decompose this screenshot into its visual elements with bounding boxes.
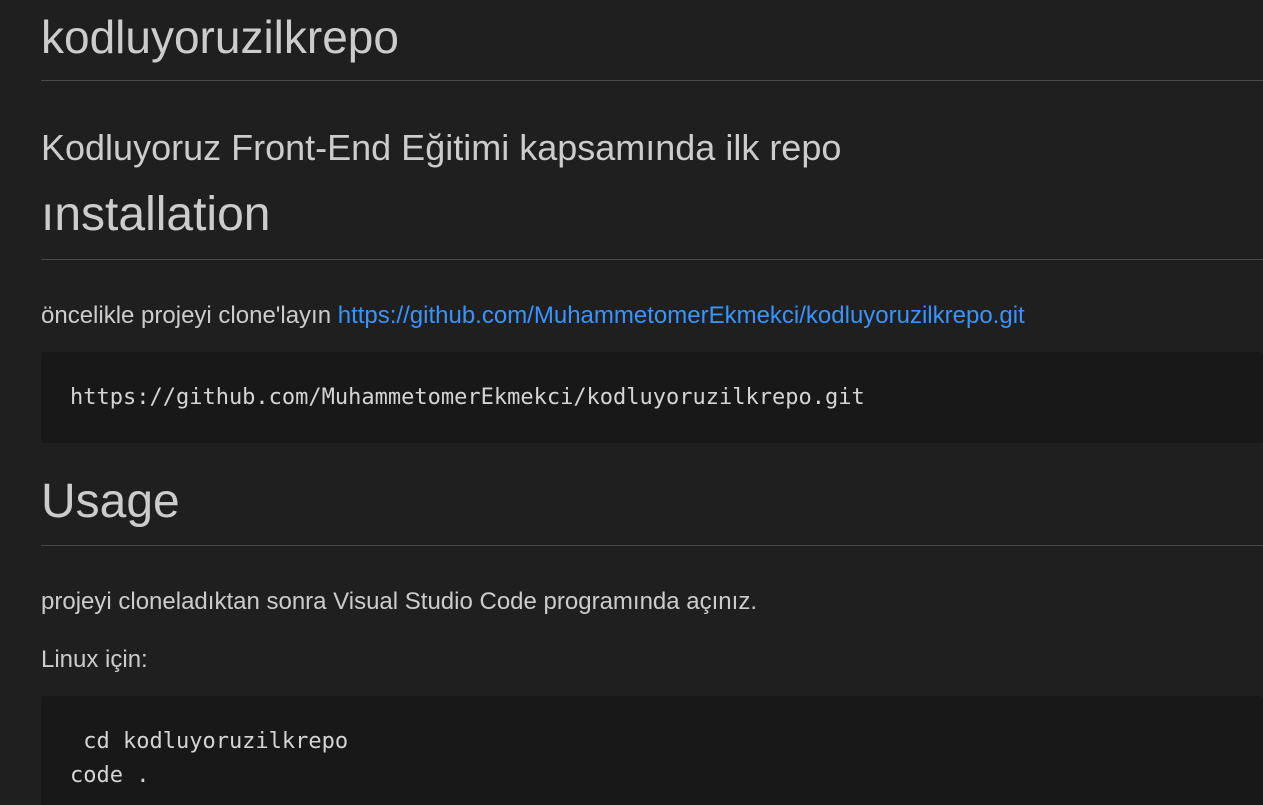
title-divider <box>41 80 1263 81</box>
usage-heading: Usage <box>41 475 180 528</box>
installation-paragraph: öncelikle projeyi clone'layın https://gi… <box>41 300 1025 332</box>
installation-divider <box>41 259 1263 260</box>
installation-intro-text: öncelikle projeyi clone'layın <box>41 302 338 329</box>
page-title: kodluyoruzilkrepo <box>41 11 399 63</box>
linux-label: Linux için: <box>41 646 148 673</box>
clone-code-block[interactable]: https://github.com/MuhammetomerEkmekci/k… <box>41 352 1263 443</box>
usage-divider <box>41 545 1263 546</box>
code-line: cd kodluyoruzilkrepo <box>70 729 349 754</box>
installation-heading: ınstallation <box>41 188 271 241</box>
page-subtitle: Kodluyoruz Front-End Eğitimi kapsamında … <box>41 127 842 168</box>
repo-link[interactable]: https://github.com/MuhammetomerEkmekci/k… <box>338 302 1025 329</box>
code-line: code . <box>70 763 150 788</box>
usage-paragraph: projeyi cloneladıktan sonra Visual Studi… <box>41 588 757 615</box>
clone-code-line: https://github.com/MuhammetomerEkmekci/k… <box>70 385 865 410</box>
linux-code-block[interactable]: cd kodluyoruzilkrepo code . <box>41 696 1263 805</box>
